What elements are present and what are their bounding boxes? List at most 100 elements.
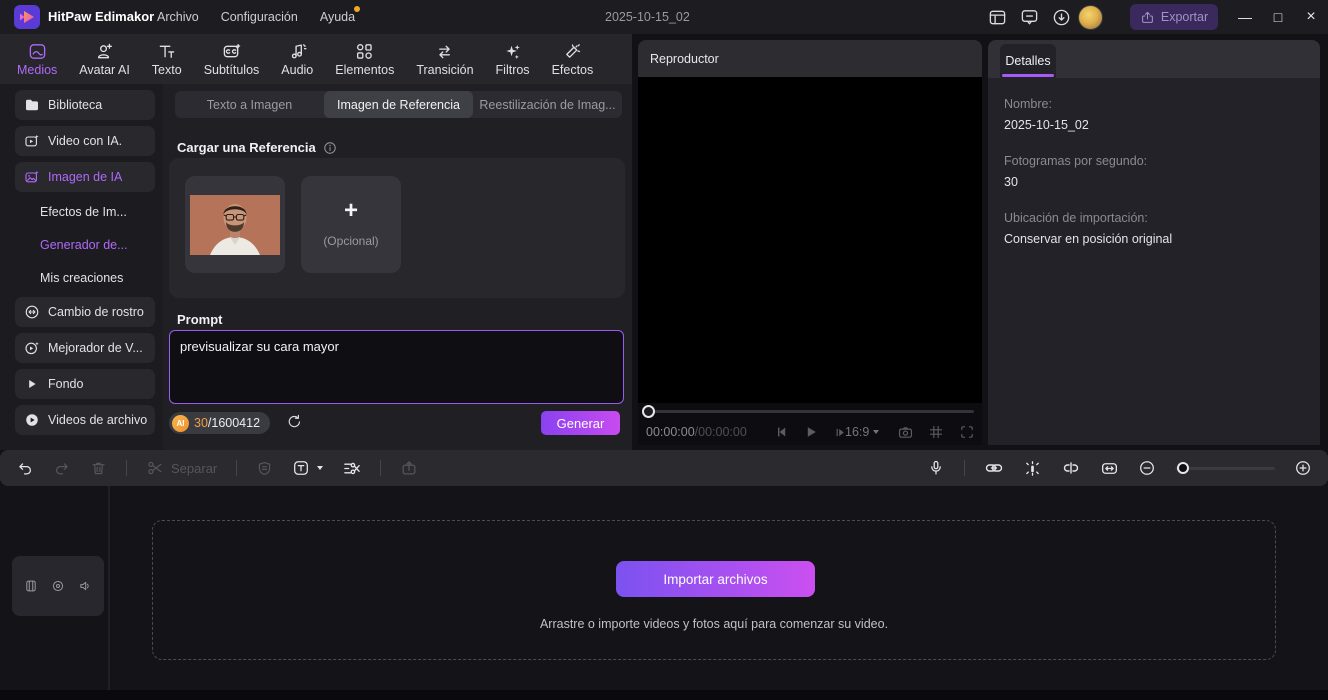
text-tool-button[interactable] xyxy=(292,459,323,477)
menu-ayuda[interactable]: Ayuda xyxy=(320,10,355,24)
video-enhancer-icon xyxy=(24,340,40,356)
menu-archivo[interactable]: Archivo xyxy=(157,10,199,24)
snapshot-button[interactable] xyxy=(894,421,916,443)
sidebar-item-imagen-de-ia[interactable]: Imagen de IA xyxy=(15,162,155,192)
maximize-button[interactable]: □ xyxy=(1263,0,1293,34)
fit-width-icon xyxy=(1100,459,1119,478)
sidebar-item-mejorador-de-video[interactable]: Mejorador de V... xyxy=(15,333,155,363)
marker-button[interactable] xyxy=(256,460,273,477)
user-avatar[interactable] xyxy=(1078,5,1103,30)
aspect-ratio-selector[interactable]: 16:9 xyxy=(845,421,879,443)
timeline-area: Importar archivos Arrastre o importe vid… xyxy=(0,486,1328,700)
tab-audio[interactable]: Audio xyxy=(270,34,324,84)
reference-image-thumbnail[interactable] xyxy=(185,176,285,273)
sidebar-item-biblioteca[interactable]: Biblioteca xyxy=(15,90,155,120)
text-box-icon xyxy=(292,459,310,477)
folder-icon xyxy=(24,97,40,113)
text-icon xyxy=(157,42,176,61)
field-value: Conservar en posición original xyxy=(1004,232,1304,246)
sidebar-item-fondo[interactable]: Fondo xyxy=(15,369,155,399)
tab-avatar-ai[interactable]: Avatar AI xyxy=(68,34,141,84)
generate-button[interactable]: Generar xyxy=(541,411,620,435)
unlink-button[interactable] xyxy=(1061,458,1081,478)
media-dropzone[interactable]: Importar archivos Arrastre o importe vid… xyxy=(152,520,1276,660)
delete-button[interactable] xyxy=(90,460,107,477)
sidebar-item-label: Efectos de Im... xyxy=(40,205,127,219)
snap-button[interactable] xyxy=(1023,459,1042,478)
track-header xyxy=(12,556,104,616)
undo-button[interactable] xyxy=(16,459,34,477)
zoom-out-button[interactable] xyxy=(1138,459,1156,477)
player-panel: Reproductor 00:00:00 / 00:00:00 xyxy=(638,40,982,445)
download-update-button[interactable] xyxy=(1049,6,1073,28)
previous-frame-icon xyxy=(774,424,790,440)
sidebar-item-efectos-de-imagen[interactable]: Efectos de Im... xyxy=(15,198,155,226)
prompt-input[interactable]: previsualizar su cara mayor xyxy=(169,330,624,404)
tab-filtros[interactable]: Filtros xyxy=(485,34,541,84)
tab-subtitulos[interactable]: Subtítulos xyxy=(193,34,271,84)
trim-delete-button[interactable] xyxy=(342,459,361,478)
total-time: 00:00:00 xyxy=(698,425,747,439)
tab-transicion[interactable]: Transición xyxy=(405,34,484,84)
tab-label: Elementos xyxy=(335,63,394,77)
track-audio-icon[interactable] xyxy=(78,579,92,593)
tab-medios[interactable]: Medios xyxy=(6,34,68,84)
redo-button[interactable] xyxy=(53,459,71,477)
info-icon[interactable] xyxy=(323,141,337,155)
menu-configuracion[interactable]: Configuración xyxy=(221,10,298,24)
split-button[interactable]: Separar xyxy=(146,459,217,477)
player-viewport[interactable] xyxy=(638,77,982,443)
previous-frame-button[interactable] xyxy=(771,421,793,443)
filmstrip-icon[interactable] xyxy=(24,579,38,593)
tab-label: Subtítulos xyxy=(204,63,260,77)
tab-elementos[interactable]: Elementos xyxy=(324,34,405,84)
minimize-button[interactable]: — xyxy=(1230,0,1260,34)
voiceover-button[interactable] xyxy=(927,459,945,477)
notification-dot xyxy=(354,6,360,12)
timeline-zoom-slider[interactable] xyxy=(1175,467,1275,470)
chevron-down-icon xyxy=(873,430,879,434)
zoom-in-button[interactable] xyxy=(1294,459,1312,477)
feedback-chat-icon xyxy=(1020,8,1039,27)
tab-texto[interactable]: Texto xyxy=(141,34,193,84)
sidebar-item-mis-creaciones[interactable]: Mis creaciones xyxy=(15,264,155,292)
track-visibility-icon[interactable] xyxy=(51,579,65,593)
elements-shapes-icon xyxy=(355,42,374,61)
tab-texto-a-imagen[interactable]: Texto a Imagen xyxy=(175,91,324,118)
timeline-scrollbar-track[interactable] xyxy=(0,690,1328,700)
sidebar-item-generador[interactable]: Generador de... xyxy=(15,231,155,259)
feedback-button[interactable] xyxy=(1017,6,1041,28)
play-button[interactable] xyxy=(800,421,822,443)
plus-icon: + xyxy=(344,201,358,221)
fit-timeline-button[interactable] xyxy=(1100,459,1119,478)
sidebar-item-videos-de-archivo[interactable]: Videos de archivo xyxy=(15,405,155,435)
import-files-button[interactable]: Importar archivos xyxy=(616,561,815,597)
tab-detalles[interactable]: Detalles xyxy=(1000,44,1056,78)
upload-section-title-text: Cargar una Referencia xyxy=(177,140,316,155)
link-clips-button[interactable] xyxy=(984,458,1004,478)
fullscreen-button[interactable] xyxy=(956,421,978,443)
tab-reestilizacion[interactable]: Reestilización de Imag... xyxy=(473,91,622,118)
tab-imagen-de-referencia[interactable]: Imagen de Referencia xyxy=(324,91,473,118)
export-button[interactable]: Exportar xyxy=(1130,4,1218,30)
edit-toolbar: Separar xyxy=(0,450,1328,486)
field-label: Nombre: xyxy=(1004,97,1304,111)
export-clip-button[interactable] xyxy=(400,459,418,477)
sidebar-item-label: Generador de... xyxy=(40,238,128,252)
sidebar-item-cambio-de-rostro[interactable]: Cambio de rostro xyxy=(15,297,155,327)
tab-efectos[interactable]: Efectos xyxy=(541,34,605,84)
play-triangle-icon xyxy=(24,376,40,392)
optional-upload-slot[interactable]: + (Opcional) xyxy=(301,176,401,273)
zoom-slider-handle[interactable] xyxy=(1177,462,1189,474)
layout-panels-icon xyxy=(988,8,1007,27)
reference-photo xyxy=(190,195,280,255)
layout-panels-button[interactable] xyxy=(985,6,1009,28)
menubar: Archivo Configuración Ayuda xyxy=(157,0,355,34)
grid-overlay-button[interactable] xyxy=(925,421,947,443)
seek-handle[interactable] xyxy=(642,405,655,418)
app-window: HitPaw Edimakor Archivo Configuración Ay… xyxy=(0,0,1328,700)
refresh-credits-button[interactable] xyxy=(286,413,303,430)
close-button[interactable]: × xyxy=(1296,0,1326,34)
sidebar-item-video-con-ia[interactable]: Video con IA. xyxy=(15,126,155,156)
seek-bar[interactable] xyxy=(650,410,974,413)
